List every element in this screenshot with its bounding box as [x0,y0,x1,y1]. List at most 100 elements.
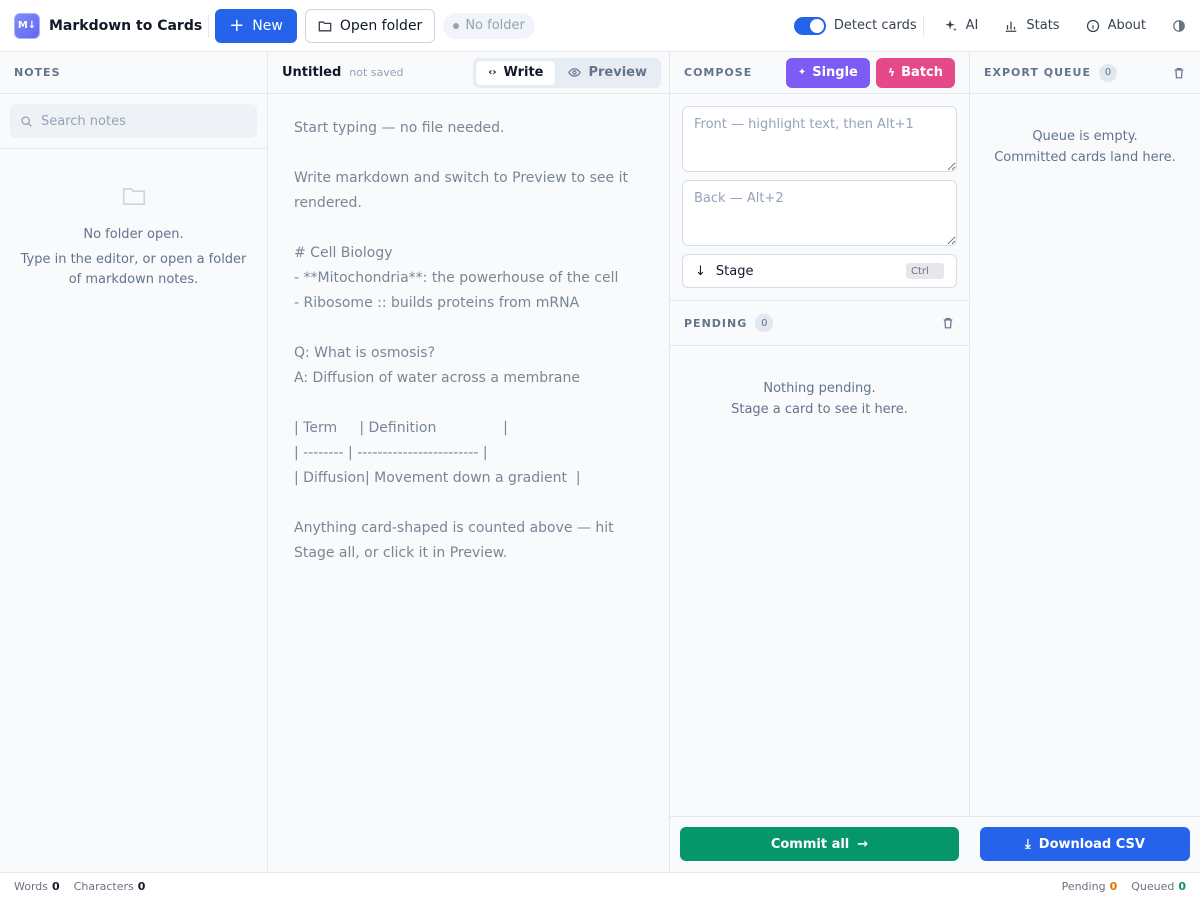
back-field[interactable] [682,180,957,246]
batch-label: Batch [901,65,943,80]
top-bar: M↓ Markdown to Cards + New Open folder N… [0,0,1200,52]
single-mode-button[interactable]: ✦ Single [785,57,870,88]
pending-stat-label: Pending [1061,880,1106,893]
editor-panel: Untitled not saved ‹› Write Preview Star… [268,52,670,872]
compose-form: ↓ Stage Ctrl [670,94,969,301]
arrow-right-icon: → [857,836,869,852]
word-count-value: 0 [52,880,60,893]
ai-label: AI [965,18,979,33]
notes-empty-state: No folder open. Type in the editor, or o… [0,149,267,290]
pending-stat-value: 0 [1109,880,1118,893]
pending-empty-title: Nothing pending. [763,381,876,396]
download-csv-button[interactable]: ⤓ Download CSV [980,827,1190,861]
top-right-actions: Detect cards AI Stats About [793,14,1186,37]
plus-icon: + [229,14,245,36]
word-count: Words 0 [14,880,60,893]
bar-chart-icon [1006,21,1017,32]
export-panel: EXPORT QUEUE 0 Queue is empty. Committed… [970,52,1200,872]
open-folder-button[interactable]: Open folder [304,8,436,43]
char-count-value: 0 [137,880,146,893]
write-tab-label: Write [503,65,544,80]
batch-mode-button[interactable]: ϟ Batch [875,57,955,88]
app-title: Markdown to Cards [49,17,203,34]
export-count-badge: 0 [1098,63,1117,82]
divider [208,14,210,37]
new-button[interactable]: + New [215,8,297,43]
sparkle-icon [944,19,957,31]
stats-button[interactable]: Stats [1004,18,1060,33]
export-empty-hint: Committed cards land here. [994,150,1176,165]
shortcut-badge: Ctrl [906,263,944,279]
queued-stat: Queued 0 [1131,880,1186,893]
export-footer: ⤓ Download CSV [970,816,1200,872]
about-button[interactable]: About [1086,18,1146,33]
folder-status-text: No folder [465,18,525,33]
write-tab[interactable]: ‹› Write [475,59,557,86]
compose-title: COMPOSE [684,66,753,79]
status-bar: Words 0 Characters 0 Pending 0 Queued 0 [0,872,1200,900]
notes-empty-hint: Type in the editor, or open a folder of … [20,252,247,287]
commit-all-button[interactable]: Commit all → [680,827,959,861]
search-input[interactable] [41,113,241,129]
theme-toggle-button[interactable] [1172,19,1186,33]
front-field[interactable] [682,106,957,172]
folder-status-chip: No folder [443,12,535,39]
contrast-icon [1173,19,1185,32]
search-area [0,94,267,149]
download-icon: ⤓ [1025,836,1031,852]
pending-empty-state: Nothing pending. Stage a card to see it … [670,346,969,420]
divider [922,14,924,37]
pending-title: PENDING [684,316,748,330]
compose-panel: COMPOSE ✦ Single ϟ Batch ↓ Stage Ctrl PE… [670,52,970,872]
notes-empty-title: No folder open. [83,227,184,242]
app-root: M↓ Markdown to Cards + New Open folder N… [0,0,1200,900]
detect-cards-label: Detect cards [833,18,917,33]
toggle-knob [809,18,824,33]
download-label: Download CSV [1038,836,1145,852]
compose-footer: Commit all → [670,816,970,872]
folder-icon [318,20,332,31]
single-label: Single [812,65,858,80]
search-box [10,104,257,138]
ai-button[interactable]: AI [944,18,979,33]
app-logo: M↓ [14,12,40,39]
folder-icon [122,188,145,205]
new-button-label: New [252,17,283,34]
char-count: Characters 0 [74,880,146,893]
save-state: not saved [349,66,404,79]
view-mode-switch: ‹› Write Preview [473,57,661,88]
notes-title: NOTES [14,66,61,79]
about-label: About [1107,18,1146,33]
arrow-down-icon: ↓ [695,263,706,279]
pending-header: PENDING 0 [670,301,969,346]
notes-panel: NOTES No folder open. Type in the editor… [0,52,268,872]
preview-tab-label: Preview [588,65,647,80]
export-header: EXPORT QUEUE 0 [970,52,1200,94]
pending-stat: Pending 0 [1062,880,1118,893]
char-count-label: Characters [73,880,134,893]
search-icon [21,115,32,127]
queued-stat-label: Queued [1131,880,1175,893]
export-empty-state: Queue is empty. Committed cards land her… [970,94,1200,168]
editor-header: Untitled not saved ‹› Write Preview [268,52,669,94]
status-dot-icon [453,22,460,29]
detect-cards-toggle[interactable] [793,16,826,35]
word-count-label: Words [14,880,49,893]
compose-header: COMPOSE ✦ Single ϟ Batch [670,52,969,94]
open-folder-label: Open folder [339,17,423,34]
pending-count-badge: 0 [755,314,774,332]
trash-icon[interactable] [1172,66,1186,80]
preview-tab[interactable]: Preview [556,60,659,86]
code-icon: ‹› [488,67,497,78]
notes-header: NOTES [0,52,267,94]
eye-icon [568,68,582,77]
stage-button[interactable]: ↓ Stage Ctrl [682,254,957,288]
lightning-icon: ϟ [887,66,896,79]
export-empty-title: Queue is empty. [1032,129,1138,144]
commit-label: Commit all [770,836,850,852]
status-right: Pending 0 Queued 0 [1048,880,1186,893]
export-title: EXPORT QUEUE [984,66,1091,79]
markdown-editor[interactable]: Start typing — no file needed. Write mar… [268,94,669,588]
stats-label: Stats [1026,18,1060,33]
trash-icon[interactable] [941,316,955,330]
